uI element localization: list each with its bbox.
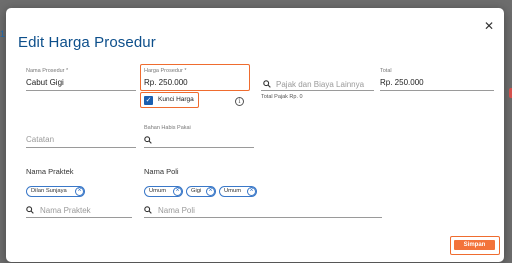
search-icon	[144, 206, 152, 214]
total-value: Rp. 250.000	[380, 78, 424, 87]
nama-poli-label: Nama Poli	[144, 167, 179, 176]
bahan-habis-pakai-label: Bahan Habis Pakai	[144, 125, 191, 131]
nama-prosedur-underline	[26, 90, 136, 91]
chip-remove-icon[interactable]: ×	[247, 187, 256, 196]
pajak-input[interactable]: Pajak dan Biaya Lainnya	[276, 80, 364, 89]
praktek-chip: Dilan Sunjaya ×	[26, 186, 85, 197]
close-icon[interactable]: ✕	[482, 19, 496, 33]
edit-harga-prosedur-dialog: ✕ Edit Harga Prosedur Nama Prosedur * Ca…	[6, 8, 504, 262]
harga-prosedur-label: Harga Prosedur *	[144, 68, 187, 74]
chip-remove-icon[interactable]: ×	[75, 187, 84, 196]
kunci-harga-label: Kunci Harga	[158, 96, 194, 103]
save-button-highlight: Simpan	[450, 236, 500, 255]
chip-label: Umum	[149, 188, 167, 194]
harga-prosedur-field[interactable]: Rp. 250.000	[144, 78, 188, 87]
nama-praktek-input[interactable]: Nama Praktek	[40, 206, 91, 215]
catatan-underline	[26, 147, 136, 148]
backdrop-page-fragment: 1	[0, 29, 6, 39]
search-icon	[26, 206, 34, 214]
poli-chip: Gigi ×	[186, 186, 216, 197]
chip-remove-icon[interactable]: ×	[173, 187, 182, 196]
poli-chip: Umum ×	[219, 186, 257, 197]
chip-label: Umum	[224, 188, 242, 194]
nama-poli-input[interactable]: Nama Poli	[158, 206, 195, 215]
nama-poli-underline	[144, 217, 382, 218]
chip-remove-icon[interactable]: ×	[206, 187, 215, 196]
poli-chip: Umum ×	[144, 186, 183, 197]
bahan-habis-pakai-underline	[144, 147, 254, 148]
total-pajak-text: Total Pajak Rp. 0	[261, 94, 303, 100]
pajak-underline	[261, 90, 374, 91]
nama-praktek-underline	[26, 217, 132, 218]
search-icon	[263, 80, 271, 88]
save-button[interactable]: Simpan	[454, 240, 495, 250]
chip-label: Dilan Sunjaya	[31, 188, 67, 194]
dialog-title: Edit Harga Prosedur	[18, 34, 156, 51]
total-label: Total	[380, 68, 392, 74]
kunci-harga-checkbox[interactable]: ✓	[144, 96, 153, 105]
nama-prosedur-label: Nama Prosedur *	[26, 68, 69, 74]
chip-label: Gigi	[191, 188, 202, 194]
total-underline	[380, 90, 494, 91]
search-icon[interactable]	[144, 136, 152, 144]
catatan-input[interactable]: Catatan	[26, 135, 54, 144]
nama-prosedur-field[interactable]: Cabut Gigi	[26, 78, 64, 87]
nama-praktek-label: Nama Praktek	[26, 167, 74, 176]
info-icon[interactable]: i	[235, 97, 244, 106]
